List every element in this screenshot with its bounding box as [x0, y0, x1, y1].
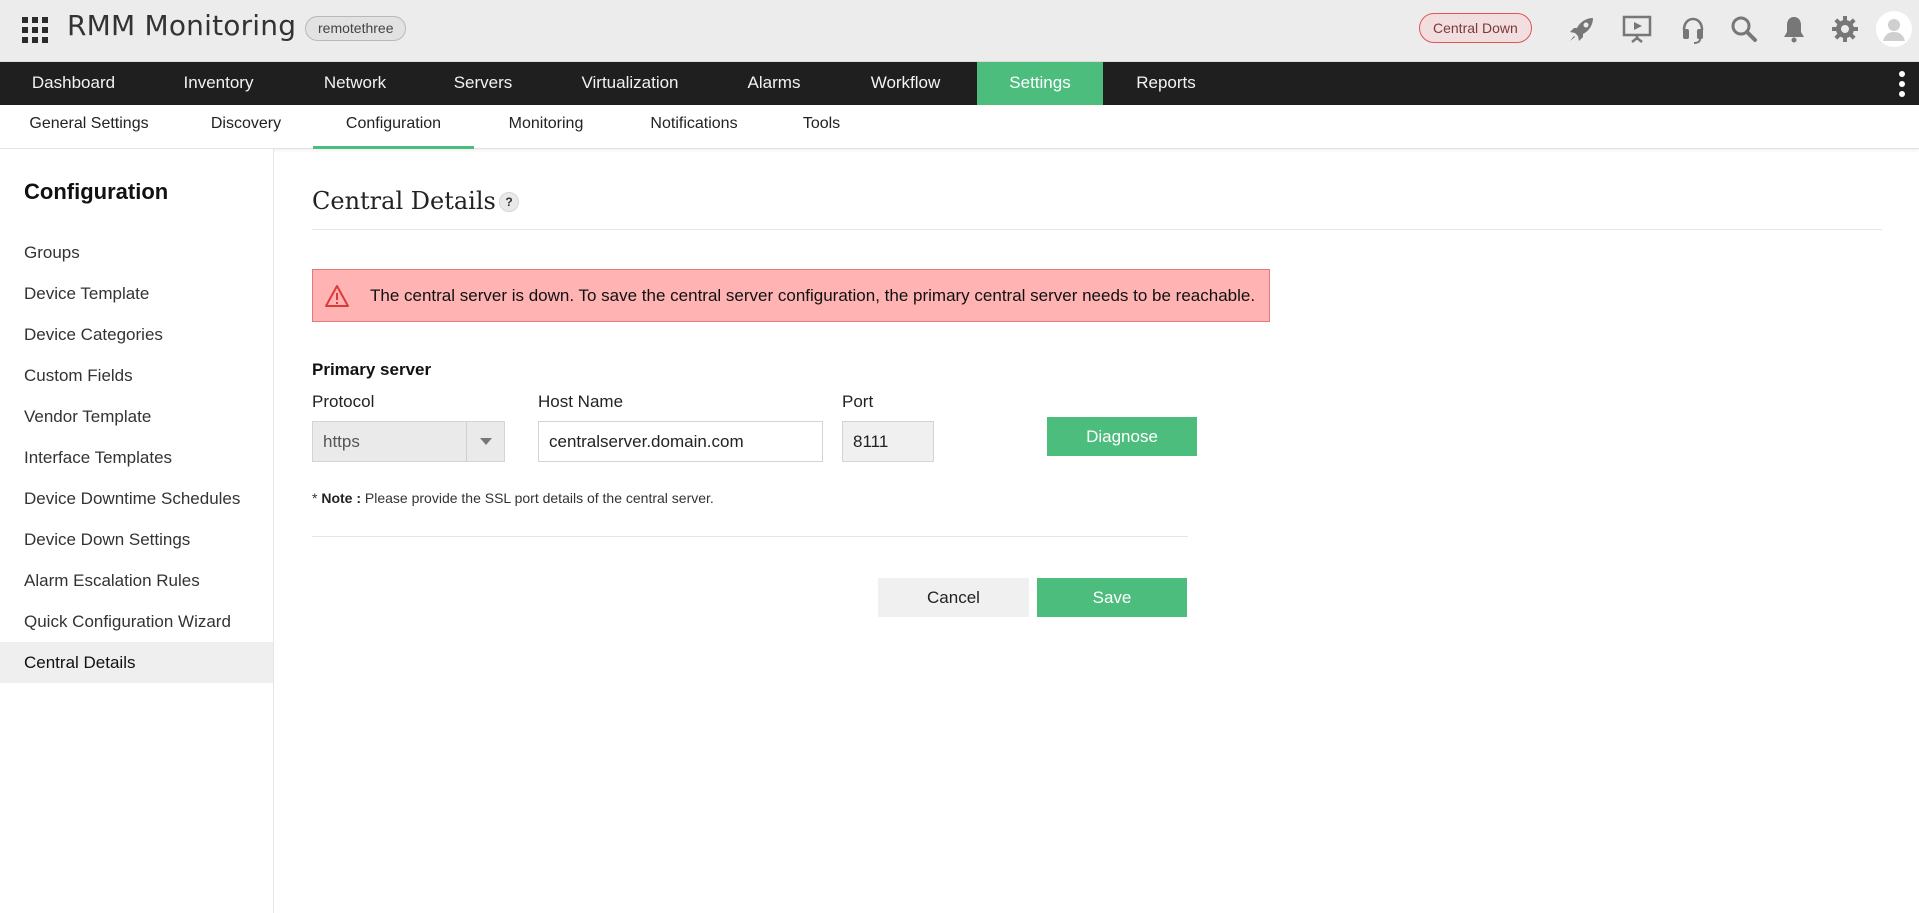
- tab-general-settings[interactable]: General Settings: [20, 105, 158, 149]
- presentation-icon[interactable]: [1621, 13, 1653, 45]
- ssl-note: * Note : Please provide the SSL port det…: [312, 490, 714, 506]
- main-content: Central Details ? The central server is …: [274, 149, 1919, 913]
- note-asterisk: *: [312, 490, 318, 506]
- sub-nav: General Settings Discovery Configuration…: [0, 105, 1919, 149]
- note-text: Please provide the SSL port details of t…: [364, 490, 714, 506]
- diagnose-button[interactable]: Diagnose: [1047, 417, 1197, 456]
- bell-icon[interactable]: [1778, 13, 1810, 45]
- tab-tools[interactable]: Tools: [790, 105, 853, 149]
- host-name-input[interactable]: [538, 421, 823, 462]
- nav-virtualization[interactable]: Virtualization: [546, 62, 714, 105]
- port-label: Port: [842, 392, 874, 411]
- tab-configuration[interactable]: Configuration: [313, 105, 474, 149]
- host-name-label: Host Name: [538, 392, 624, 411]
- note-label: Note :: [321, 490, 362, 506]
- select-divider: [466, 422, 467, 461]
- sidebar-item-device-downtime-schedules[interactable]: Device Downtime Schedules: [0, 478, 273, 519]
- nav-alarms[interactable]: Alarms: [714, 62, 834, 105]
- protocol-label: Protocol: [312, 392, 375, 411]
- sidebar-item-custom-fields[interactable]: Custom Fields: [0, 355, 273, 396]
- tab-monitoring[interactable]: Monitoring: [492, 105, 600, 149]
- search-icon[interactable]: [1728, 13, 1760, 45]
- title-divider: [312, 229, 1882, 230]
- protocol-select[interactable]: https: [312, 421, 505, 462]
- page-title: Central Details: [312, 187, 496, 215]
- apps-grid-icon[interactable]: [22, 17, 48, 43]
- primary-server-heading: Primary server: [312, 360, 432, 379]
- sidebar-item-groups[interactable]: Groups: [0, 232, 273, 273]
- top-header: RMM Monitoring remotethree Central Down: [0, 0, 1919, 62]
- chevron-down-icon[interactable]: [480, 438, 492, 445]
- sidebar-item-alarm-escalation-rules[interactable]: Alarm Escalation Rules: [0, 560, 273, 601]
- sidebar-item-quick-configuration-wizard[interactable]: Quick Configuration Wizard: [0, 601, 273, 642]
- gear-icon[interactable]: [1829, 13, 1861, 45]
- sidebar-item-device-template[interactable]: Device Template: [0, 273, 273, 314]
- nav-workflow[interactable]: Workflow: [834, 62, 977, 105]
- nav-reports[interactable]: Reports: [1103, 62, 1229, 105]
- protocol-select-value: https: [323, 432, 360, 451]
- form-divider: [312, 536, 1188, 537]
- sidebar-title: Configuration: [24, 179, 169, 204]
- nav-servers[interactable]: Servers: [420, 62, 546, 105]
- central-status-badge[interactable]: Central Down: [1419, 13, 1532, 43]
- help-icon[interactable]: ?: [499, 192, 519, 212]
- user-avatar-icon[interactable]: [1876, 11, 1912, 47]
- sidebar-item-device-down-settings[interactable]: Device Down Settings: [0, 519, 273, 560]
- cancel-button[interactable]: Cancel: [878, 578, 1029, 617]
- main-nav: Dashboard Inventory Network Servers Virt…: [0, 62, 1919, 105]
- headset-icon[interactable]: [1677, 13, 1709, 45]
- tenant-badge[interactable]: remotethree: [305, 16, 407, 41]
- port-input[interactable]: [842, 421, 934, 462]
- more-options-icon[interactable]: [1899, 71, 1907, 97]
- alert-message: The central server is down. To save the …: [370, 286, 1256, 305]
- app-title: RMM Monitoring: [67, 9, 297, 42]
- nav-settings[interactable]: Settings: [977, 62, 1103, 105]
- sidebar-item-central-details[interactable]: Central Details: [0, 642, 273, 683]
- sidebar-item-device-categories[interactable]: Device Categories: [0, 314, 273, 355]
- error-alert: The central server is down. To save the …: [312, 269, 1270, 322]
- sidebar: Configuration Groups Device Template Dev…: [0, 149, 274, 913]
- nav-inventory[interactable]: Inventory: [147, 62, 290, 105]
- sidebar-item-interface-templates[interactable]: Interface Templates: [0, 437, 273, 478]
- warning-icon: [325, 285, 349, 307]
- tab-notifications[interactable]: Notifications: [630, 105, 758, 149]
- tab-discovery[interactable]: Discovery: [193, 105, 299, 149]
- rocket-icon[interactable]: [1566, 13, 1598, 45]
- sidebar-item-vendor-template[interactable]: Vendor Template: [0, 396, 273, 437]
- save-button[interactable]: Save: [1037, 578, 1187, 617]
- nav-dashboard[interactable]: Dashboard: [0, 62, 147, 105]
- nav-network[interactable]: Network: [290, 62, 420, 105]
